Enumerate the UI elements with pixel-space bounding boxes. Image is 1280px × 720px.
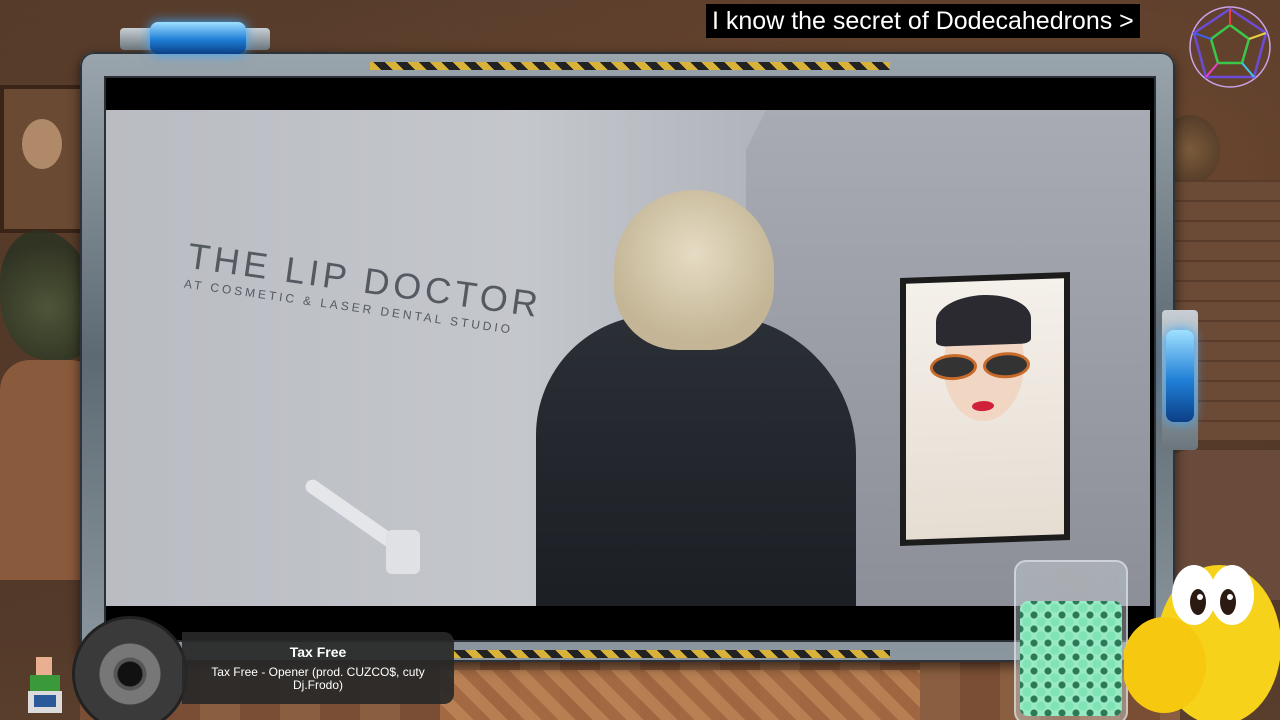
candy-jar	[1014, 560, 1128, 720]
now-playing-card: Tax Free Tax Free - Opener (prod. CUZCO$…	[182, 632, 454, 704]
wall-portrait	[0, 85, 86, 233]
person-hoodie	[536, 315, 856, 606]
hazard-stripe-bottom	[450, 650, 890, 658]
dental-lamp	[276, 476, 426, 606]
track-subtitle: Tax Free - Opener (prod. CUZCO$, cuty Dj…	[211, 665, 425, 692]
chat-caption: I know the secret of Dodecahedrons >	[706, 4, 1140, 38]
rug	[440, 670, 920, 720]
jar-candies	[1020, 601, 1122, 716]
framed-poster	[900, 272, 1070, 546]
video-feed: THE LIP DOCTOR AT COSMETIC & LASER DENTA…	[106, 110, 1150, 606]
glow-capsule-top	[150, 22, 246, 54]
track-title: Tax Free	[289, 644, 347, 660]
yellow-bird-mascot-icon	[1124, 565, 1280, 720]
person-hair	[614, 190, 774, 350]
hazard-stripe-top	[370, 62, 890, 70]
glow-capsule-right	[1166, 330, 1194, 422]
vinyl-disc-icon	[72, 616, 188, 720]
dodecahedron-icon	[1189, 6, 1271, 88]
clinic-signage: THE LIP DOCTOR AT COSMETIC & LASER DENTA…	[183, 235, 544, 340]
stream-overlay: THE LIP DOCTOR AT COSMETIC & LASER DENTA…	[0, 0, 1280, 720]
now-playing-widget: Tax Free Tax Free - Opener (prod. CUZCO$…	[72, 616, 454, 720]
pixel-character-icon	[28, 657, 62, 713]
